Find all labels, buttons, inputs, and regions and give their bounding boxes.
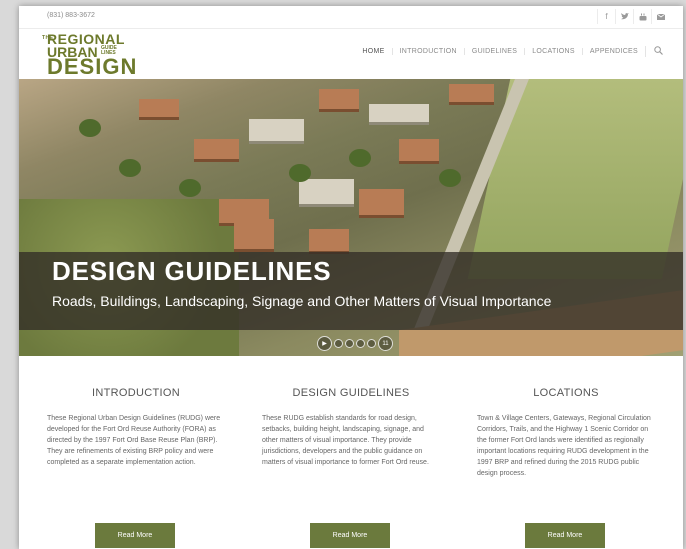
hero-tree: [79, 119, 101, 137]
nav-introduction[interactable]: INTRODUCTION: [391, 48, 464, 55]
hero-caption: DESIGN GUIDELINES Roads, Buildings, Land…: [19, 252, 683, 330]
nav-locations[interactable]: LOCATIONS: [524, 48, 582, 55]
locations-column: LOCATIONS Town & Village Centers, Gatewa…: [477, 387, 655, 548]
slider-dot[interactable]: [367, 339, 376, 348]
play-icon[interactable]: ▶: [317, 336, 332, 351]
site-logo[interactable]: THE REGIONAL URBAN GUIDE LINES DESIGN: [42, 31, 138, 79]
nav-home[interactable]: HOME: [355, 48, 391, 55]
page: (831) 883-3672 f THE REGIONAL URBAN GUID…: [19, 6, 683, 549]
phone-number: (831) 883-3672: [47, 12, 95, 19]
hero-building: [359, 189, 404, 218]
logo-the: THE: [42, 35, 54, 41]
hero-tree: [179, 179, 201, 197]
column-heading: LOCATIONS: [533, 387, 599, 399]
hero-building: [139, 99, 179, 120]
top-bar: (831) 883-3672 f: [19, 6, 683, 29]
column-text: These Regional Urban Design Guidelines (…: [47, 415, 221, 466]
read-more-button[interactable]: Read More: [95, 523, 175, 548]
hero-building: [319, 89, 359, 112]
slider-dot[interactable]: [334, 339, 343, 348]
hero-field: [467, 79, 683, 279]
logo-design: DESIGN: [47, 54, 138, 79]
hero-building: [234, 219, 274, 252]
slider-controls: ▶ 11: [317, 336, 395, 351]
social-links: f: [597, 9, 669, 24]
hero-tree: [119, 159, 141, 177]
hero-building: [299, 179, 354, 207]
nav-guidelines[interactable]: GUIDELINES: [463, 48, 524, 55]
twitter-icon[interactable]: [615, 9, 633, 24]
nav-appendices[interactable]: APPENDICES: [581, 48, 645, 55]
column-text: Town & Village Centers, Gateways, Region…: [477, 415, 651, 477]
slide-counter[interactable]: 11: [378, 336, 393, 351]
guidelines-column: DESIGN GUIDELINES These RUDG establish s…: [262, 387, 440, 548]
main-nav: HOME INTRODUCTION GUIDELINES LOCATIONS A…: [355, 46, 663, 57]
read-more-button[interactable]: Read More: [310, 523, 390, 548]
hero-tree: [349, 149, 371, 167]
hero-tree: [289, 164, 311, 182]
hero-building: [194, 139, 239, 162]
youtube-icon[interactable]: [633, 9, 651, 24]
hero-building: [449, 84, 494, 105]
hero-tree: [439, 169, 461, 187]
column-heading: INTRODUCTION: [92, 387, 180, 399]
column-heading: DESIGN GUIDELINES: [292, 387, 410, 399]
hero-building: [369, 104, 429, 125]
slider-dot[interactable]: [345, 339, 354, 348]
mail-icon[interactable]: [651, 9, 669, 24]
intro-column: INTRODUCTION These Regional Urban Design…: [47, 387, 225, 548]
facebook-icon[interactable]: f: [597, 9, 615, 24]
search-icon[interactable]: [645, 46, 663, 57]
slider-dot[interactable]: [356, 339, 365, 348]
hero-building: [309, 229, 349, 254]
hero-subtitle: Roads, Buildings, Landscaping, Signage a…: [52, 293, 552, 309]
hero-banner: DESIGN GUIDELINES Roads, Buildings, Land…: [19, 79, 683, 356]
hero-building: [249, 119, 304, 144]
read-more-button[interactable]: Read More: [525, 523, 605, 548]
hero-building: [399, 139, 439, 164]
hero-title: DESIGN GUIDELINES: [52, 256, 332, 286]
column-text: These RUDG establish standards for road …: [262, 415, 429, 466]
